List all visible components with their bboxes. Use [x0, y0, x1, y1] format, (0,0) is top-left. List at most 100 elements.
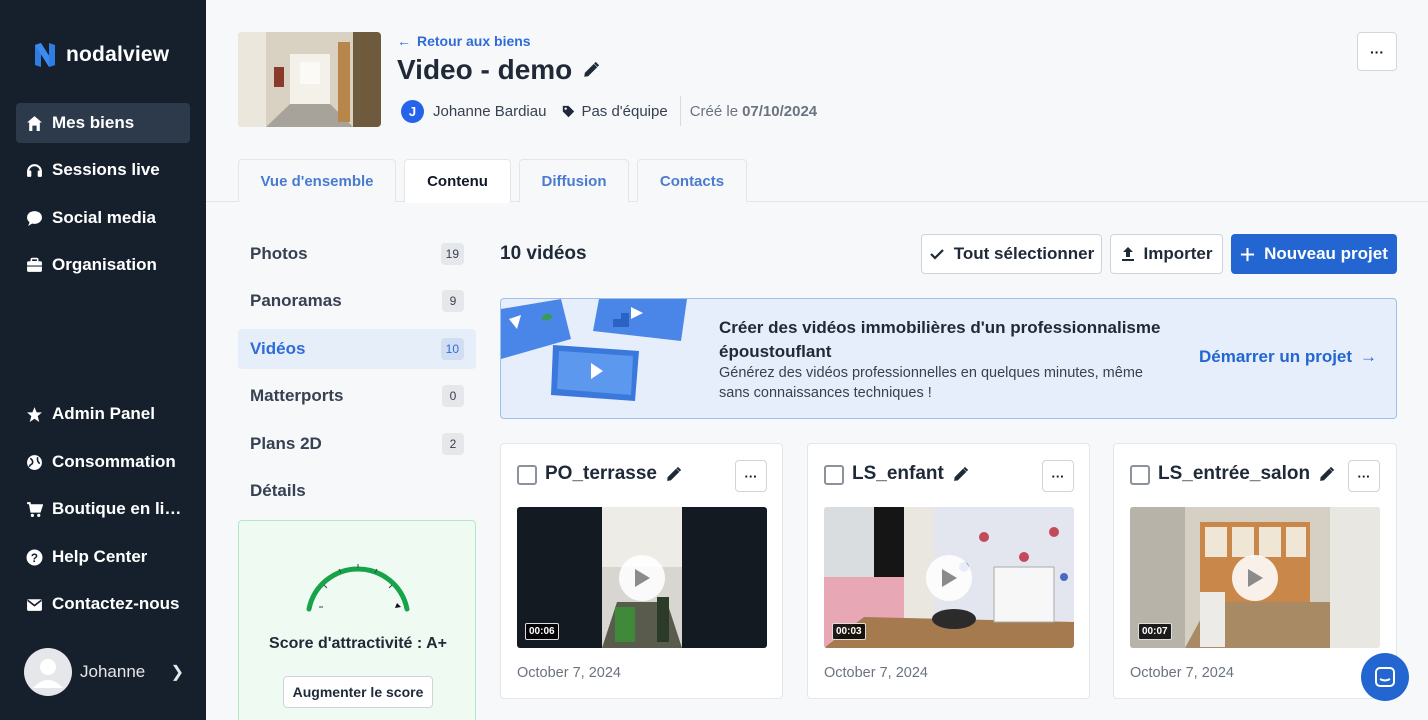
- sidebar-item-sessions-live[interactable]: Sessions live: [16, 150, 190, 190]
- content-menu-panoramas[interactable]: Panoramas 9: [238, 281, 476, 321]
- created-label: Créé le: [689, 102, 739, 120]
- sidebar-item-mes-biens[interactable]: Mes biens: [16, 103, 190, 143]
- sidebar-item-boutique[interactable]: Boutique en ligne: [16, 489, 190, 529]
- video-card[interactable]: LS_entrée_salon ··· 00:07 October 7, 202…: [1113, 443, 1397, 699]
- star-icon: [26, 406, 43, 423]
- divider: [679, 96, 681, 126]
- owner-name: Johanne Bardiau: [433, 102, 547, 120]
- created-date: 07/10/2024: [742, 102, 818, 120]
- select-checkbox[interactable]: [824, 465, 844, 485]
- score-label: Score d'attractivité : A+: [269, 635, 447, 652]
- count-badge: 10: [440, 338, 464, 360]
- video-more-button[interactable]: ···: [1348, 460, 1380, 492]
- chevron-right-icon: ❯: [170, 664, 184, 681]
- page-title: Video - demo: [397, 54, 600, 86]
- start-project-link[interactable]: Démarrer un projet →: [1199, 347, 1377, 367]
- sidebar-item-admin-panel[interactable]: Admin Panel: [16, 394, 190, 434]
- team-label: Pas d'équipe: [581, 102, 668, 120]
- attractiveness-score-card: Score d'attractivité : A+ Augmenter le s…: [238, 520, 476, 720]
- user-avatar: [24, 648, 72, 696]
- sidebar-item-help-center[interactable]: ? Help Center: [16, 537, 190, 577]
- video-project-promo-banner: Créer des vidéos immobilières d'un profe…: [500, 298, 1397, 419]
- property-meta: J Johanne Bardiau Pas d'équipe Créé le 0…: [401, 96, 818, 126]
- tab-diffusion[interactable]: Diffusion: [519, 159, 629, 202]
- user-name: Johanne: [80, 662, 146, 681]
- videos-count: 10 vidéos: [500, 243, 587, 264]
- video-title: PO_terrasse: [545, 463, 682, 485]
- content-menu-plans-2d[interactable]: Plans 2D 2: [238, 424, 476, 464]
- tab-overview[interactable]: Vue d'ensemble: [238, 159, 396, 202]
- video-duration: 00:03: [832, 623, 866, 640]
- globe-icon: [26, 454, 43, 471]
- video-date: October 7, 2024: [1130, 665, 1234, 681]
- promo-illustration: [501, 299, 687, 401]
- count-badge: 0: [442, 385, 464, 407]
- sidebar-item-social-media[interactable]: Social media: [16, 198, 190, 238]
- new-project-button[interactable]: Nouveau projet: [1231, 234, 1397, 274]
- check-icon: [929, 246, 945, 262]
- sidebar-item-contactez-nous[interactable]: Contactez-nous: [16, 584, 190, 624]
- sidebar-item-consommation[interactable]: Consommation: [16, 442, 190, 482]
- edit-pencil-icon[interactable]: [1318, 466, 1335, 483]
- headset-icon: [26, 162, 43, 179]
- content-menu-videos[interactable]: Vidéos 10: [238, 329, 476, 369]
- tab-content[interactable]: Contenu: [404, 159, 511, 203]
- video-date: October 7, 2024: [824, 665, 928, 681]
- video-thumbnail[interactable]: 00:07: [1130, 507, 1380, 648]
- chat-icon: [1374, 666, 1396, 688]
- tag-icon: [562, 105, 575, 118]
- video-card[interactable]: LS_enfant ··· 00:03 October 7, 2024: [807, 443, 1090, 699]
- video-date: October 7, 2024: [517, 665, 621, 681]
- select-checkbox[interactable]: [1130, 465, 1150, 485]
- video-card[interactable]: PO_terrasse ··· 00:06 October 7, 2024: [500, 443, 783, 699]
- video-more-button[interactable]: ···: [735, 460, 767, 492]
- video-duration: 00:06: [525, 623, 559, 640]
- tab-contacts[interactable]: Contacts: [637, 159, 747, 202]
- video-title: LS_entrée_salon: [1158, 463, 1335, 485]
- plus-icon: [1240, 247, 1255, 262]
- play-icon[interactable]: [926, 554, 972, 601]
- sidebar: nodalview Mes biens Sessions live Social…: [0, 0, 206, 720]
- video-thumbnail[interactable]: 00:06: [517, 507, 767, 648]
- owner-avatar: J: [401, 99, 424, 123]
- count-badge: 9: [442, 290, 464, 312]
- video-title: LS_enfant: [852, 463, 969, 485]
- edit-pencil-icon[interactable]: [665, 466, 682, 483]
- content-menu-details[interactable]: Détails: [238, 471, 476, 511]
- count-badge: 2: [442, 433, 464, 455]
- property-thumbnail[interactable]: [238, 32, 381, 127]
- content-menu-matterports[interactable]: Matterports 0: [238, 376, 476, 416]
- nodalview-logo-icon: [35, 43, 55, 67]
- play-icon[interactable]: [619, 554, 665, 601]
- user-menu[interactable]: Johanne ❯: [24, 648, 194, 696]
- question-circle-icon: ?: [26, 549, 43, 566]
- brand-logo[interactable]: nodalview: [34, 42, 169, 68]
- video-more-button[interactable]: ···: [1042, 460, 1074, 492]
- edit-pencil-icon[interactable]: [582, 54, 600, 86]
- briefcase-icon: [26, 257, 43, 274]
- arrow-left-icon: ←: [397, 33, 411, 49]
- content-menu-photos[interactable]: Photos 19: [238, 234, 476, 274]
- video-thumbnail[interactable]: 00:03: [824, 507, 1074, 648]
- promo-title: Créer des vidéos immobilières d'un profe…: [719, 318, 1161, 361]
- play-icon[interactable]: [1232, 554, 1278, 601]
- svg-text:?: ?: [31, 551, 38, 564]
- select-checkbox[interactable]: [517, 465, 537, 485]
- envelope-icon: [26, 596, 43, 613]
- back-to-properties-link[interactable]: ← Retour aux biens: [397, 33, 531, 49]
- sidebar-item-organisation[interactable]: Organisation: [16, 245, 190, 285]
- select-all-button[interactable]: Tout sélectionner: [921, 234, 1102, 274]
- promo-description: Générez des vidéos professionnelles en q…: [719, 365, 1143, 401]
- increase-score-button[interactable]: Augmenter le score: [283, 676, 433, 708]
- more-options-button[interactable]: ···: [1357, 32, 1397, 71]
- upload-icon: [1121, 246, 1135, 262]
- support-chat-button[interactable]: [1361, 653, 1409, 701]
- arrow-right-icon: →: [1360, 347, 1378, 366]
- video-duration: 00:07: [1138, 623, 1172, 640]
- home-icon: [26, 115, 43, 132]
- chat-bubble-icon: [26, 210, 43, 227]
- import-button[interactable]: Importer: [1110, 234, 1223, 274]
- brand-name: nodalview: [66, 43, 170, 66]
- edit-pencil-icon[interactable]: [952, 466, 969, 483]
- count-badge: 19: [440, 243, 464, 265]
